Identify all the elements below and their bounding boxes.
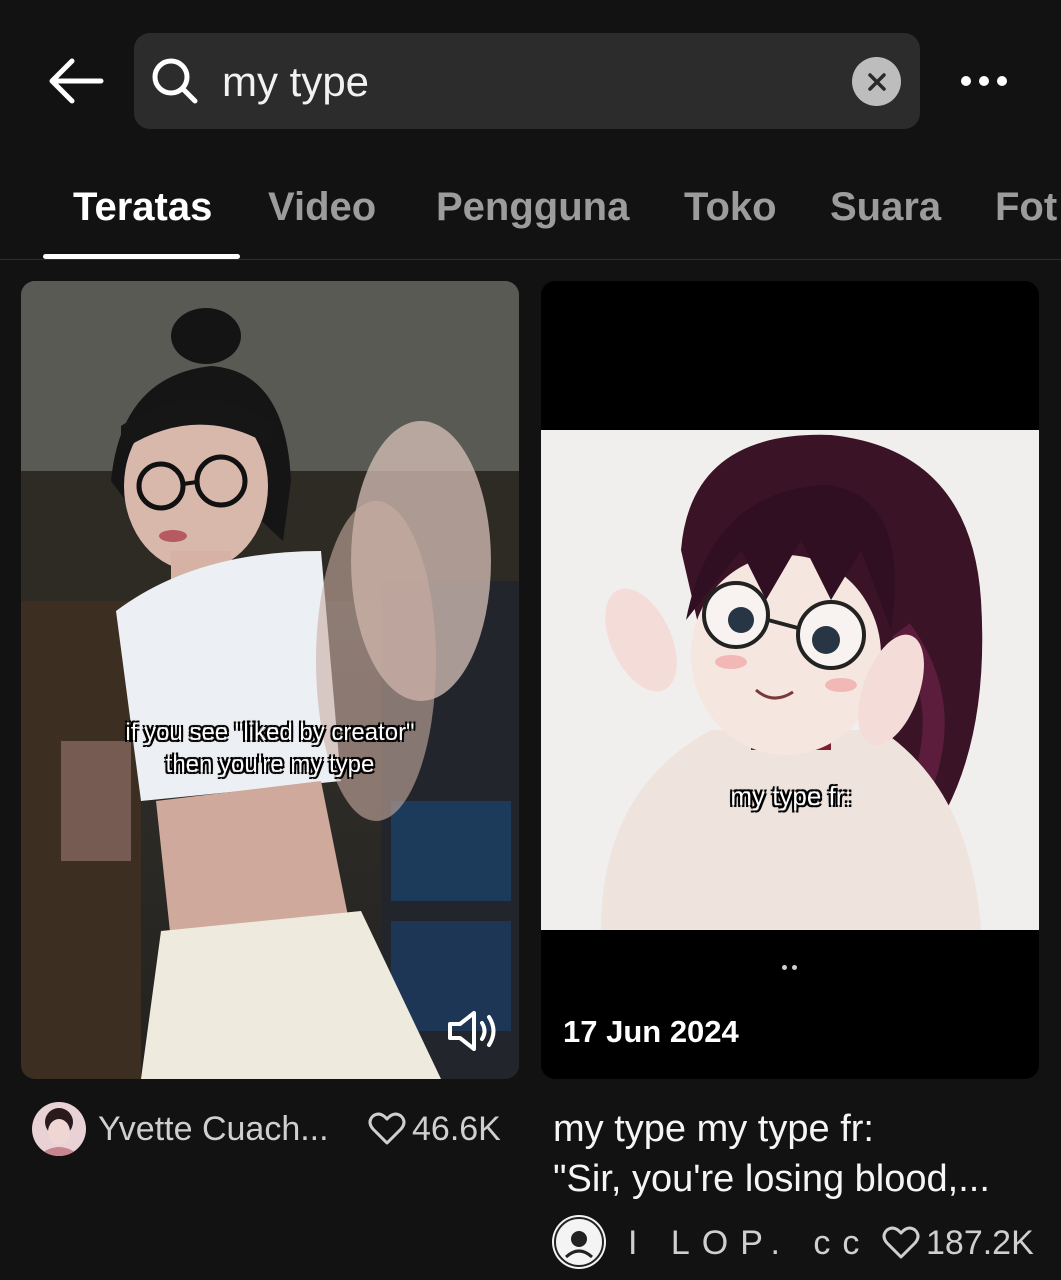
post-description[interactable]: my type my type fr: "Sir, you're losing … <box>553 1104 1033 1204</box>
carousel-dot <box>782 965 787 970</box>
photo-result-card[interactable]: my type fr: 17 Jun 2024 <box>541 281 1039 1079</box>
like-count-value: 187.2K <box>926 1224 1034 1262</box>
sound-icon[interactable] <box>446 1008 502 1054</box>
avatar-image <box>32 1102 86 1156</box>
close-icon <box>867 72 886 91</box>
video-result-card[interactable]: if you see "liked by creator" then you'r… <box>21 281 519 1079</box>
tab-foto[interactable]: Fot <box>995 180 1061 234</box>
photo-thumbnail <box>541 430 1039 930</box>
carousel-dot <box>792 965 797 970</box>
like-count-value: 46.6K <box>412 1110 501 1148</box>
author-name[interactable]: Yvette Cuach... <box>98 1107 329 1151</box>
back-arrow-icon <box>49 58 104 104</box>
heart-icon <box>368 1112 406 1145</box>
author-name[interactable]: I LOP. cc <box>628 1221 871 1265</box>
post-date: 17 Jun 2024 <box>563 1014 739 1049</box>
heart-icon <box>882 1226 920 1259</box>
carousel-indicator <box>782 965 797 970</box>
tab-video[interactable]: Video <box>268 180 376 234</box>
tab-toko[interactable]: Toko <box>684 180 777 234</box>
like-count: 46.6K <box>368 1107 501 1151</box>
like-count: 187.2K <box>882 1221 1034 1265</box>
caption-line: if you see "liked by creator" <box>125 719 415 746</box>
more-options-button[interactable] <box>952 60 1016 102</box>
more-dot-icon <box>961 76 971 86</box>
author-avatar[interactable] <box>32 1102 86 1156</box>
tabs-divider <box>0 259 1061 260</box>
more-dot-icon <box>997 76 1007 86</box>
search-input[interactable]: my type <box>222 52 369 112</box>
tab-suara[interactable]: Suara <box>830 180 941 234</box>
clear-search-button[interactable] <box>852 57 901 106</box>
more-dot-icon <box>979 76 989 86</box>
caption-line: then you're my type <box>165 751 375 778</box>
back-button[interactable] <box>40 50 110 112</box>
description-line: my type my type fr: <box>553 1108 874 1150</box>
video-caption-overlay: if you see "liked by creator" then you'r… <box>61 717 479 781</box>
video-thumbnail <box>21 281 519 1079</box>
tab-pengguna[interactable]: Pengguna <box>436 180 629 234</box>
description-line: "Sir, you're losing blood,... <box>553 1158 990 1200</box>
author-avatar[interactable] <box>552 1215 606 1269</box>
photo-caption-overlay: my type fr: <box>730 781 852 811</box>
search-icon <box>152 58 198 104</box>
tab-teratas[interactable]: Teratas <box>73 180 212 234</box>
avatar-image <box>552 1215 606 1269</box>
